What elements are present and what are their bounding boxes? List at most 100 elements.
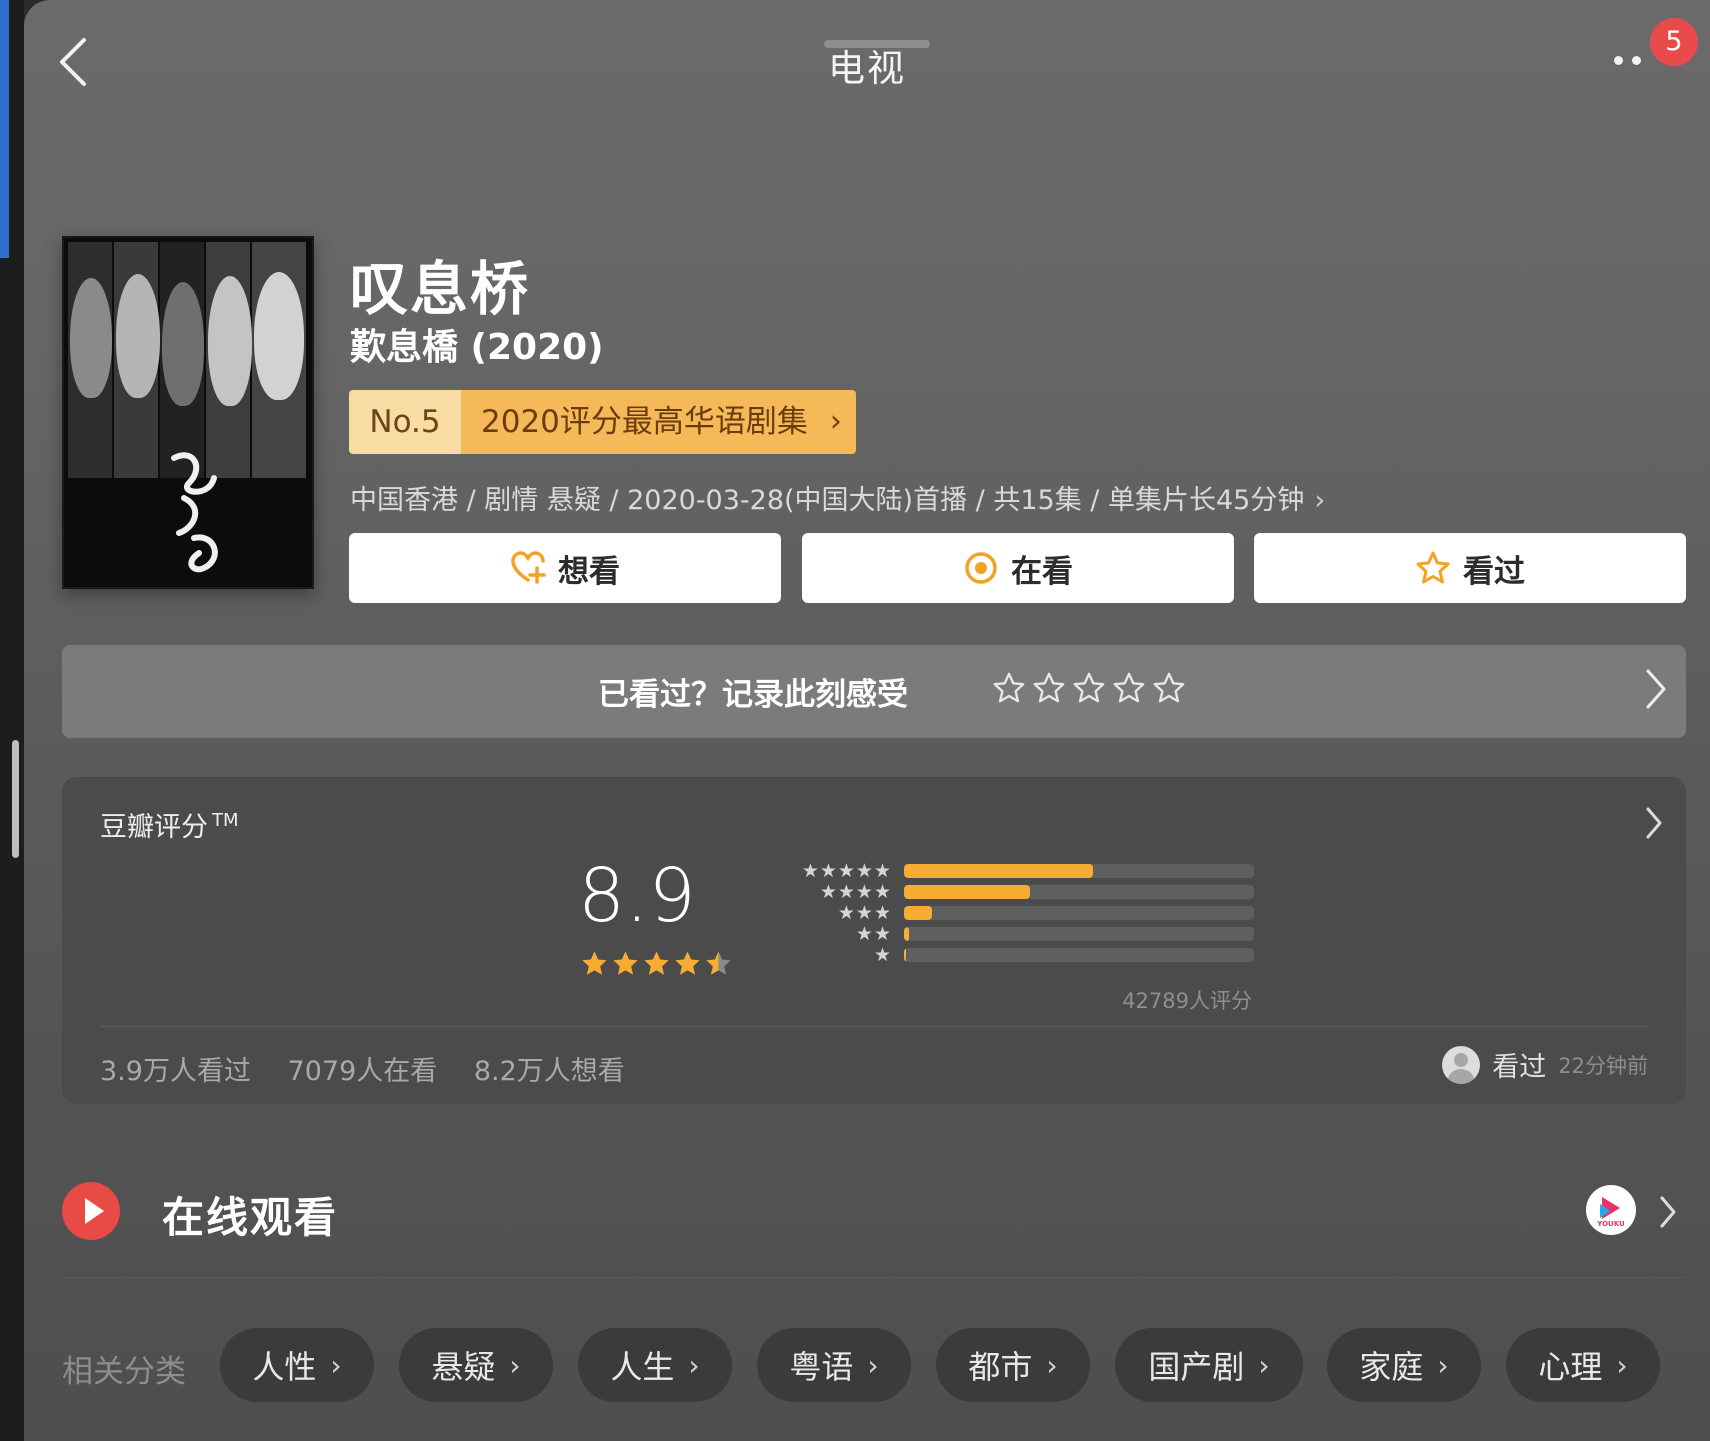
rating-label: 豆瓣评分 TM xyxy=(100,805,239,844)
rate-prompt-text: 已看过？记录此刻感受 xyxy=(598,677,908,713)
tag-chip[interactable]: 都市 › xyxy=(936,1328,1090,1402)
want-button[interactable]: 想看 xyxy=(349,533,781,603)
poster-image[interactable] xyxy=(62,236,314,589)
friend-action: 看过 xyxy=(1492,1052,1547,1083)
tag-chip[interactable]: 粤语 › xyxy=(757,1328,911,1402)
heart-plus-icon xyxy=(511,551,546,584)
chevron-right-icon: › xyxy=(867,1348,879,1382)
rating-distribution-track xyxy=(904,905,1254,920)
rating-distribution-bar xyxy=(904,926,910,941)
chevron-right-icon: › xyxy=(829,404,842,439)
divider xyxy=(100,1026,1648,1027)
left-edge-accent xyxy=(0,0,9,258)
rating-tm: TM xyxy=(212,810,239,831)
rating-distribution-row: ★★★★★ xyxy=(682,859,1254,882)
watching-count[interactable]: 7079人在看 xyxy=(288,1056,438,1087)
online-watch-title[interactable]: 在线观看 xyxy=(162,1184,338,1245)
chevron-right-icon: › xyxy=(509,1348,521,1382)
rating-distribution-stars: ★★★★ xyxy=(819,880,892,903)
tag-chip[interactable]: 家庭 › xyxy=(1327,1328,1481,1402)
rating-count: 42789人评分 xyxy=(1122,989,1252,1013)
subject-meta[interactable]: 中国香港 / 剧情 悬疑 / 2020-03-28(中国大陆)首播 / 共15集… xyxy=(350,478,1325,517)
rate-prompt-bar[interactable]: 已看过？记录此刻感受 xyxy=(62,645,1686,738)
tag-chip[interactable]: 心理 › xyxy=(1506,1328,1660,1402)
watching-button[interactable]: 在看 xyxy=(802,533,1234,603)
page-title: 电视 xyxy=(828,47,906,90)
rank-list: 2020评分最高华语剧集 › xyxy=(461,390,856,454)
chevron-right-icon: › xyxy=(1258,1348,1270,1382)
star-outline-icon[interactable] xyxy=(1072,671,1106,705)
more-dot-icon xyxy=(1632,56,1641,65)
rating-distribution-bar xyxy=(904,884,1030,899)
chevron-right-icon: › xyxy=(1616,1348,1628,1382)
chevron-right-icon[interactable] xyxy=(1658,1194,1678,1230)
tag-chip[interactable]: 人性 › xyxy=(220,1328,374,1402)
rating-distribution-bar xyxy=(904,905,932,920)
tag-label: 都市 xyxy=(968,1348,1033,1386)
rating-distribution-track xyxy=(904,863,1254,878)
rate-stars xyxy=(992,671,1186,705)
star-full-icon xyxy=(582,951,607,975)
poster-face xyxy=(254,272,304,400)
poster-face xyxy=(70,278,112,398)
chevron-right-icon: › xyxy=(1314,485,1326,516)
chevron-right-icon: › xyxy=(330,1348,342,1382)
play-icon[interactable] xyxy=(62,1182,120,1240)
star-outline-icon[interactable] xyxy=(1112,671,1146,705)
friend-time: 22分钟前 xyxy=(1558,1053,1648,1078)
rank-list-label: 2020评分最高华语剧集 xyxy=(481,404,808,440)
watching-label: 在看 xyxy=(1011,553,1073,590)
tags-label: 相关分类 xyxy=(62,1354,186,1390)
app-window: 电视 5 叹息桥 歎息橋 (2020) No.5 2020评分最高华语剧集 › … xyxy=(24,0,1710,1441)
chevron-right-icon xyxy=(1646,669,1666,709)
rating-distribution-stars: ★★★★★ xyxy=(801,859,892,882)
poster-face xyxy=(116,274,160,398)
youku-icon[interactable]: YOUKU xyxy=(1586,1185,1636,1235)
rating-label-text: 豆瓣评分 xyxy=(100,812,208,843)
watched-label: 看过 xyxy=(1463,553,1525,590)
target-icon xyxy=(965,552,997,584)
star-outline-icon[interactable] xyxy=(1032,671,1066,705)
watched-button[interactable]: 看过 xyxy=(1254,533,1686,603)
tag-label: 国产剧 xyxy=(1148,1348,1245,1386)
rating-distribution-row: ★★★★ xyxy=(682,880,1254,903)
rating-distribution-row: ★★ xyxy=(682,922,1254,945)
avatar xyxy=(1442,1045,1481,1084)
tag-label: 粤语 xyxy=(789,1348,854,1386)
rating-distribution-bar xyxy=(904,863,1093,878)
left-scroll-handle[interactable] xyxy=(12,740,19,858)
tag-chip[interactable]: 人生 › xyxy=(578,1328,732,1402)
star-outline-icon[interactable] xyxy=(1152,671,1186,705)
friend-activity[interactable]: 看过 22分钟前 xyxy=(1442,1045,1648,1084)
subject-title: 叹息桥 xyxy=(350,255,531,323)
rating-card[interactable]: 豆瓣评分 TM 8.9 ★★★★★ ★★★★ ★★★ ★★ ★ 42789人评分 3.9万… xyxy=(62,777,1686,1104)
want-count[interactable]: 8.2万人想看 xyxy=(474,1056,625,1087)
star-outline-icon xyxy=(1416,551,1450,584)
star-full-icon xyxy=(613,951,638,975)
star-full-icon xyxy=(644,951,669,975)
poster-face xyxy=(208,276,252,406)
chevron-right-icon: › xyxy=(1437,1348,1449,1382)
rating-score: 8.9 xyxy=(578,853,696,939)
watch-stats: 3.9万人看过 7079人在看 8.2万人想看 xyxy=(100,1049,653,1088)
tag-chip[interactable]: 国产剧 › xyxy=(1115,1328,1303,1402)
rating-distribution-row: ★★★ xyxy=(682,901,1254,924)
want-label: 想看 xyxy=(558,553,620,590)
rating-distribution-track xyxy=(904,926,1254,941)
chevron-right-icon xyxy=(1646,807,1662,839)
rank-banner[interactable]: No.5 2020评分最高华语剧集 › xyxy=(349,390,856,454)
subject-original-title: 歎息橋 (2020) xyxy=(350,327,604,368)
star-outline-icon[interactable] xyxy=(992,671,1026,705)
chevron-right-icon: › xyxy=(688,1348,700,1382)
tag-label: 家庭 xyxy=(1359,1348,1424,1386)
watched-count[interactable]: 3.9万人看过 xyxy=(100,1056,251,1087)
rating-distribution-row: ★ xyxy=(682,943,1254,966)
rank-number: No.5 xyxy=(349,390,461,454)
tag-chip[interactable]: 悬疑 › xyxy=(399,1328,553,1402)
notification-badge[interactable]: 5 xyxy=(1650,18,1698,66)
poster-calligraphy xyxy=(171,452,218,573)
rating-distribution-stars: ★★ xyxy=(855,922,892,945)
tag-label: 人生 xyxy=(610,1348,675,1386)
divider xyxy=(62,1277,1686,1278)
tag-label: 人性 xyxy=(252,1348,317,1386)
